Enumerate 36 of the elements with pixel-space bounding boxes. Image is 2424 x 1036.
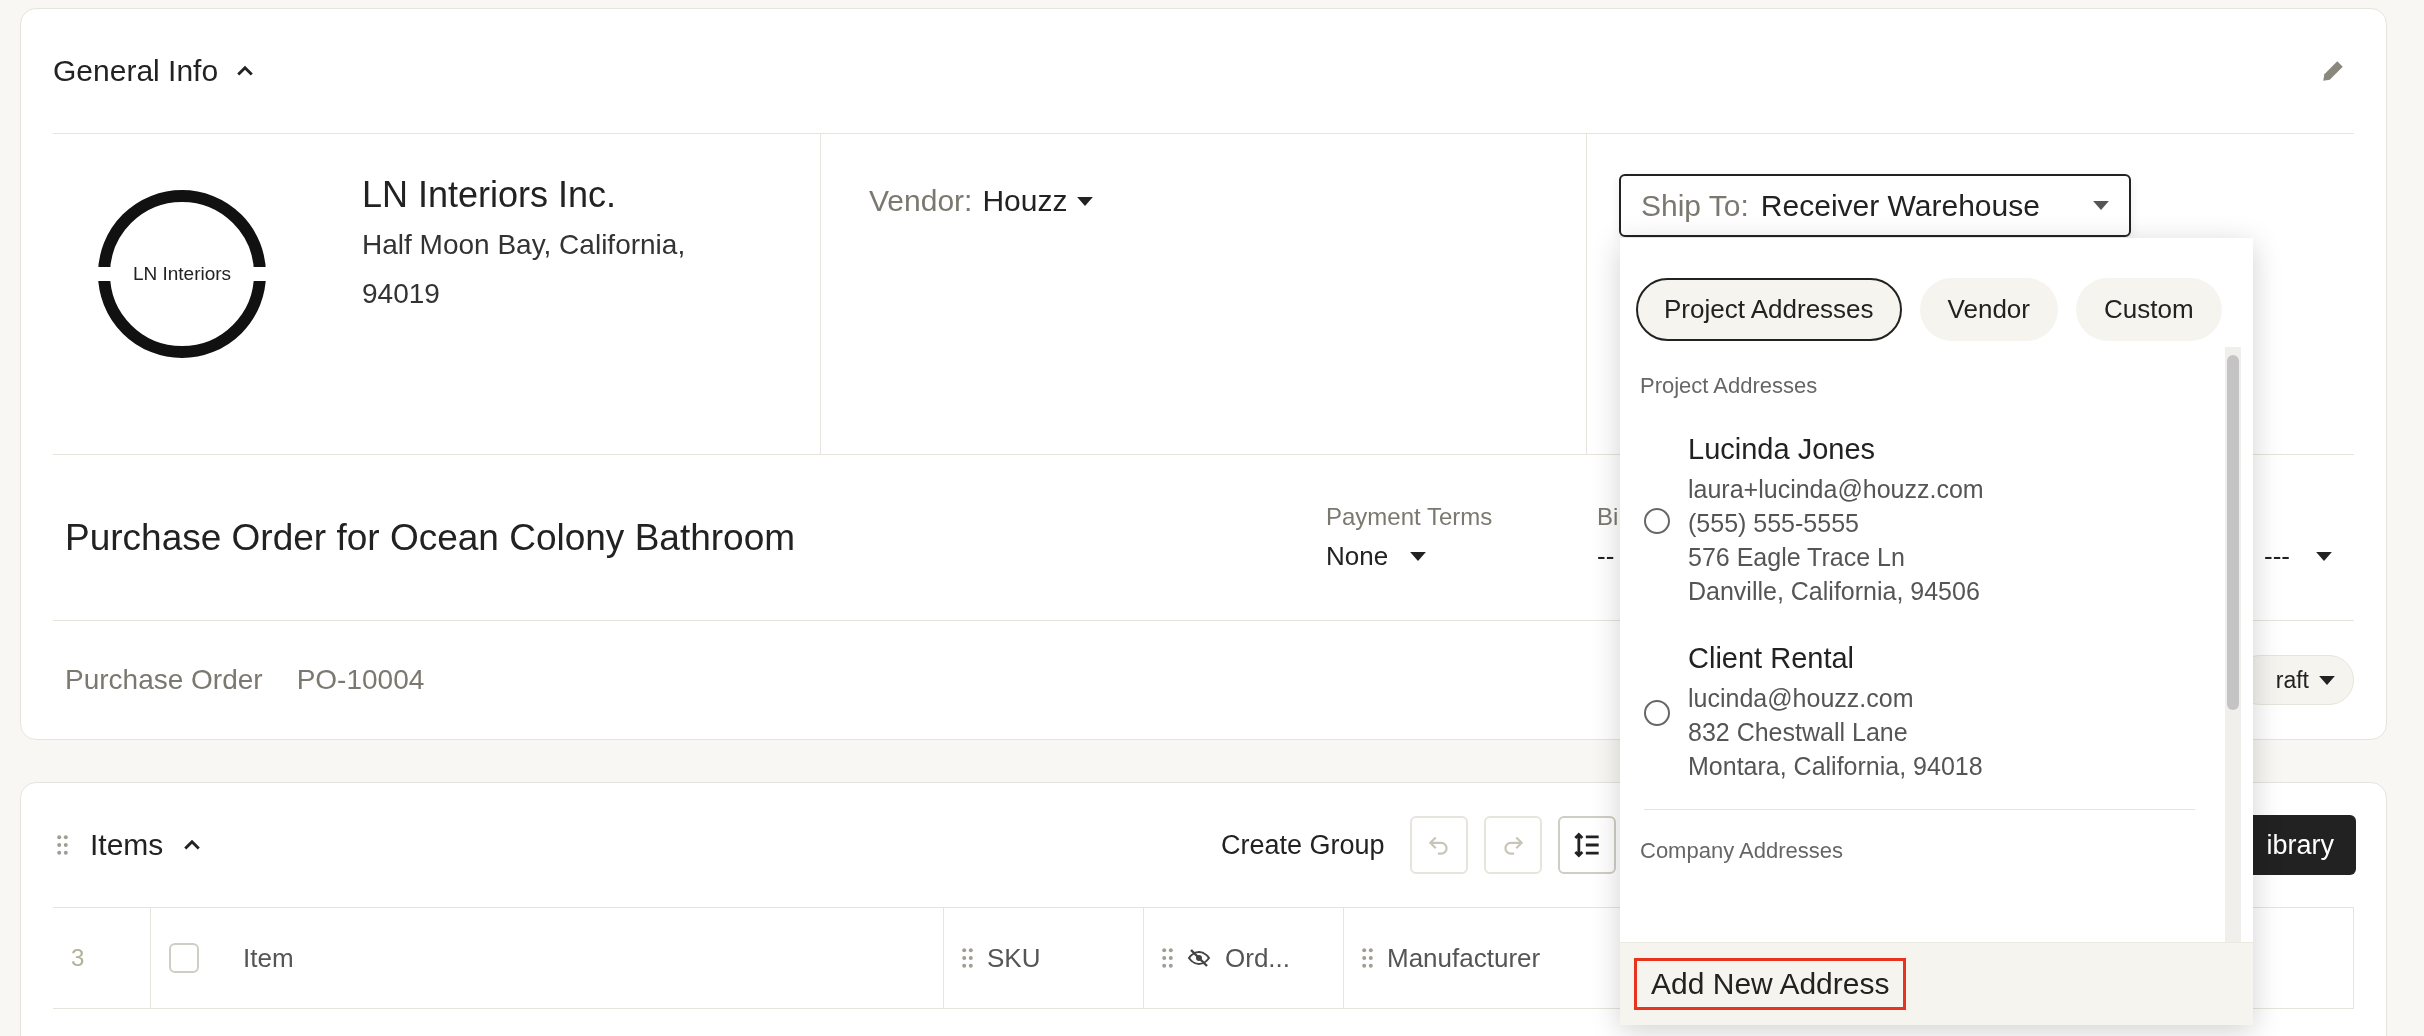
filter-chip[interactable]: Vendor: [1919, 278, 2058, 341]
address-name: Client Rental: [1688, 642, 1856, 675]
purchase-order-title: Purchase Order for Ocean Colony Bathroom: [64, 516, 797, 559]
field-label: Payment Terms: [1326, 503, 1493, 531]
address-line: 832 Chestwall Lane: [1688, 717, 1909, 748]
company-logo: LN Interiors: [97, 189, 267, 359]
field-dropdown[interactable]: None: [1326, 541, 1493, 572]
field-label: Bi: [1597, 503, 1619, 531]
document-type-label: Purchase Order: [65, 664, 263, 696]
section-title: Items: [90, 828, 164, 862]
company-address: Half Moon Bay, California, 94019: [362, 228, 687, 311]
address-line: Danville, California, 94506: [1688, 576, 1981, 607]
row-count: 3: [53, 908, 151, 1008]
column-header[interactable]: Manufacturer: [1387, 942, 1541, 974]
po-number: PO-10004: [296, 664, 425, 696]
filter-chip[interactable]: Custom: [2075, 278, 2222, 341]
field-dropdown[interactable]: ---: [2264, 541, 2332, 572]
address-line: 576 Eagle Trace Ln: [1688, 542, 1906, 573]
address-line: lucinda@houzz.com: [1688, 683, 1915, 714]
filter-chip[interactable]: Project Addresses: [1636, 278, 1902, 341]
column-header[interactable]: Ord...: [1225, 942, 1290, 974]
address-line: Montara, California, 94018: [1688, 751, 1983, 782]
ship-to-dropdown[interactable]: Ship To: Receiver Warehouse: [1619, 174, 2131, 237]
address-name: Lucinda Jones: [1688, 433, 1877, 466]
column-header[interactable]: Item: [243, 942, 294, 974]
create-group-button[interactable]: Create Group: [1214, 828, 1391, 862]
section-label: Project Addresses: [1640, 373, 1819, 399]
vendor-dropdown[interactable]: Vendor: Houzz: [869, 184, 1094, 218]
section-label: Company Addresses: [1640, 838, 1844, 864]
company-name: LN Interiors Inc.: [362, 174, 618, 216]
add-new-address-button[interactable]: Add New Address: [1634, 958, 1907, 1010]
section-title: General Info: [53, 54, 219, 88]
address-line: laura+lucinda@houzz.com: [1688, 474, 1984, 505]
column-header[interactable]: SKU: [987, 942, 1041, 974]
field-dropdown[interactable]: --: [1597, 541, 1619, 572]
address-line: (555) 555-5555: [1688, 508, 1860, 539]
